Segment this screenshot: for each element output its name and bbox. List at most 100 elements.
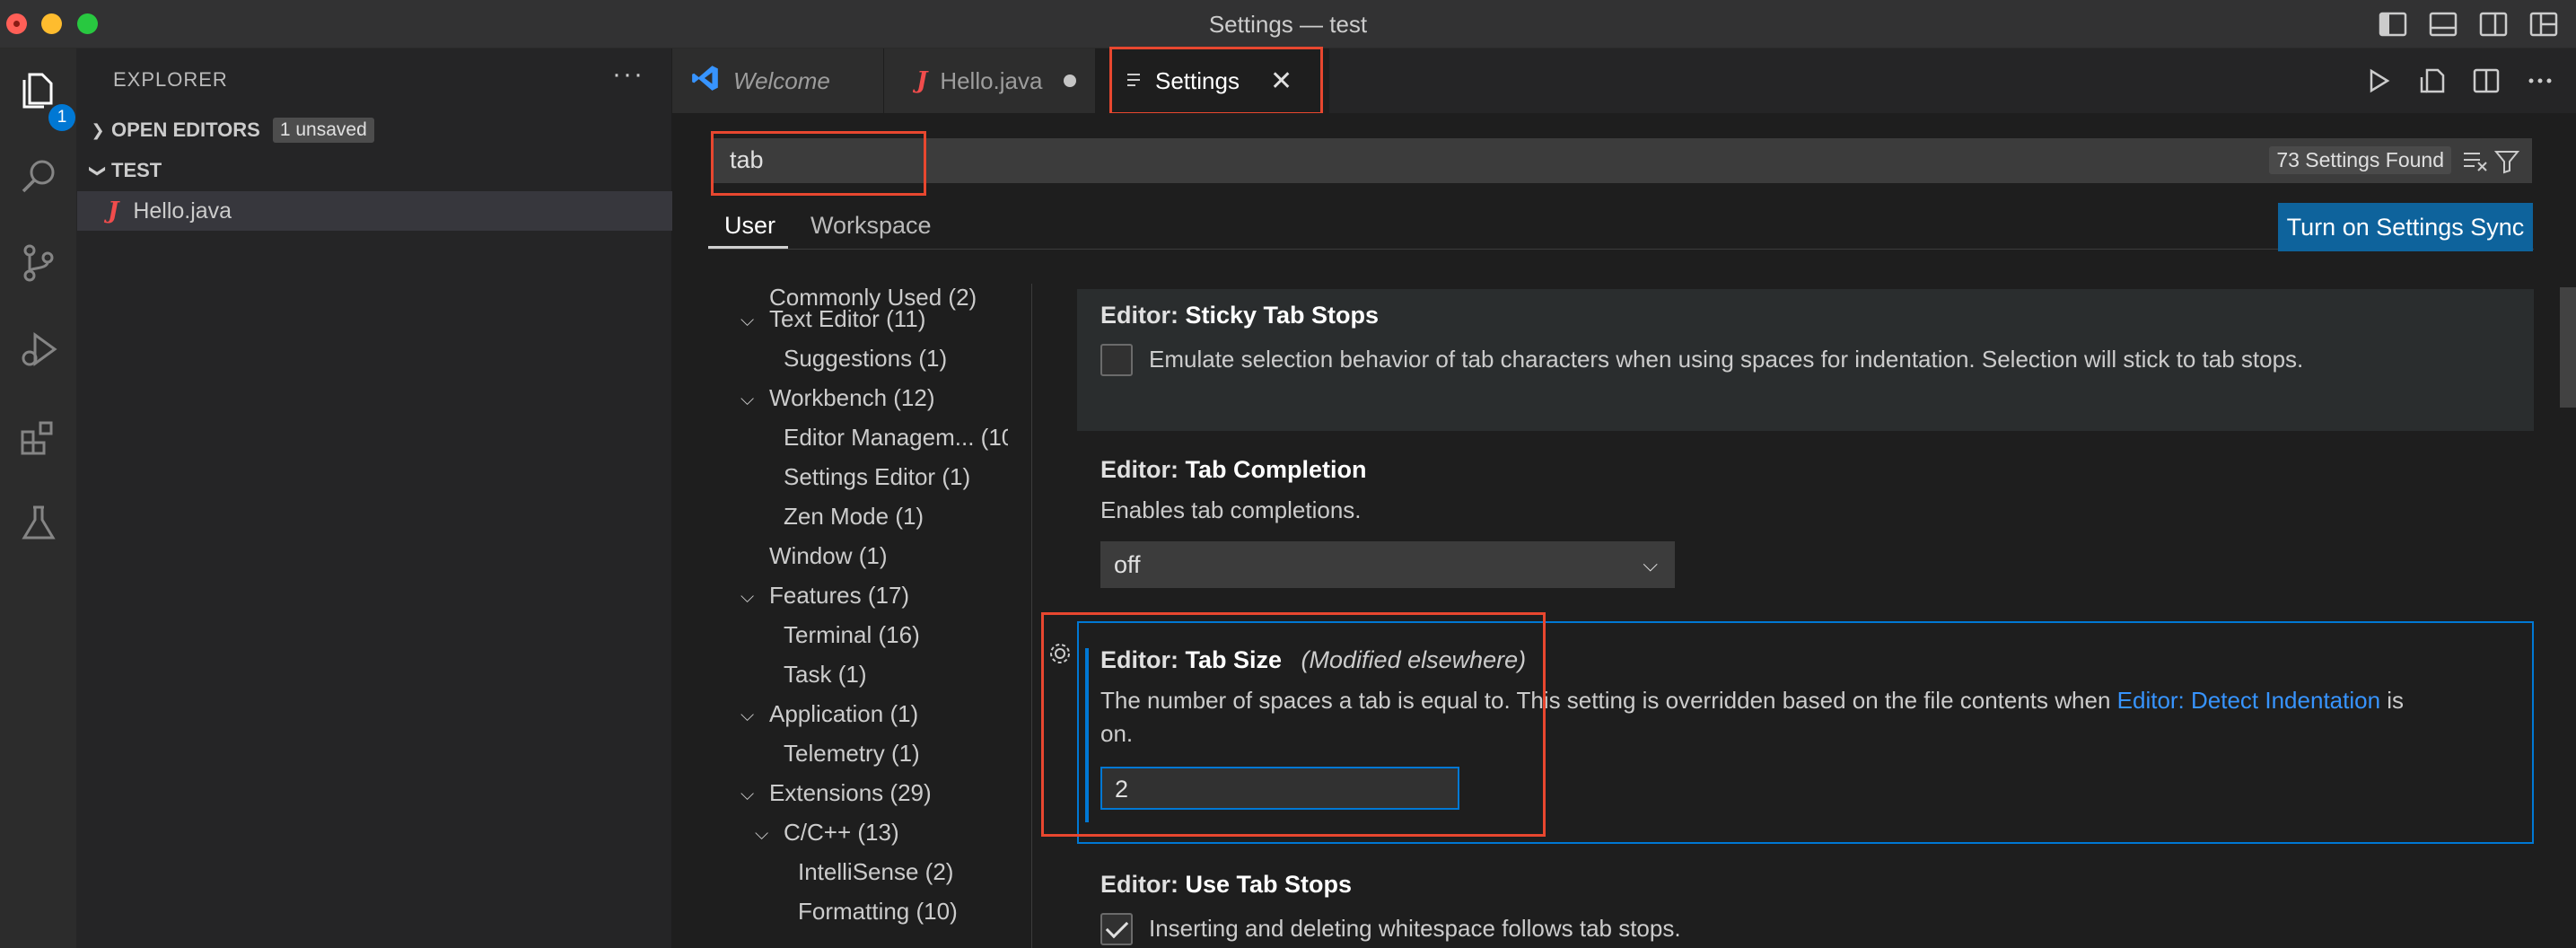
explorer-badge: 1: [48, 104, 75, 131]
active-scope-indicator: [708, 246, 788, 249]
toc-item[interactable]: Features (17): [769, 582, 909, 610]
testing-icon[interactable]: [13, 497, 65, 549]
tab-settings[interactable]: Settings ✕: [1096, 48, 1329, 113]
toc-divider: [1031, 284, 1032, 948]
toc-item[interactable]: Window (1): [769, 542, 888, 570]
toggle-primary-sidebar-icon[interactable]: [2379, 11, 2407, 38]
open-editors-label: OPEN EDITORS: [111, 118, 260, 141]
toc-item[interactable]: Formatting (10): [798, 898, 958, 926]
sidebar-title: EXPLORER: [113, 68, 228, 91]
use-tab-stops-checkbox[interactable]: [1100, 912, 1133, 945]
tab-label: Settings: [1155, 66, 1240, 94]
source-control-icon[interactable]: [13, 237, 65, 289]
editor-actions: [2364, 66, 2554, 95]
toggle-panel-icon[interactable]: [2429, 11, 2458, 38]
toc-item[interactable]: IntelliSense (2): [798, 858, 953, 886]
more-editor-actions-icon[interactable]: [2526, 66, 2554, 95]
clear-search-icon[interactable]: [2462, 149, 2489, 172]
setting-title: Editor: Tab Completion: [1100, 456, 1367, 483]
chevron-down-icon: ⌵: [740, 785, 755, 804]
scrollbar-thumb[interactable]: [2560, 287, 2576, 408]
tab-user[interactable]: User: [724, 212, 775, 240]
window-title: Settings — test: [1208, 11, 1368, 38]
chevron-right-icon: ❯: [91, 120, 105, 139]
turn-on-settings-sync-button[interactable]: Turn on Settings Sync: [2278, 203, 2533, 251]
tab-label: Hello.java: [940, 66, 1043, 94]
toc-item[interactable]: Settings Editor (1): [784, 463, 970, 491]
chevron-down-icon: ⌵: [1643, 553, 1658, 575]
chevron-down-icon: ⌵: [740, 706, 755, 725]
toc-item[interactable]: Terminal (16): [784, 621, 920, 649]
tab-workspace[interactable]: Workspace: [810, 212, 932, 240]
file-name: Hello.java: [133, 198, 232, 224]
modified-elsewhere-label[interactable]: (Modified elsewhere): [1301, 646, 1527, 673]
filter-icon[interactable]: [2493, 149, 2520, 174]
chevron-down-icon: ❯: [89, 163, 108, 178]
toc-item[interactable]: Workbench (12): [769, 384, 935, 412]
detect-indentation-link[interactable]: Editor: Detect Indentation: [2117, 687, 2380, 714]
explorer-icon[interactable]: 1: [13, 65, 75, 131]
search-value: tab: [730, 146, 764, 173]
toggle-secondary-sidebar-icon[interactable]: [2479, 11, 2508, 38]
vscode-logo-icon: [690, 63, 721, 100]
run-and-debug-icon[interactable]: [13, 323, 65, 375]
setting-description: Inserting and deleting whitespace follow…: [1149, 915, 1681, 942]
unsaved-badge: 1 unsaved: [272, 118, 374, 143]
setting-row: Inserting and deleting whitespace follow…: [1100, 912, 1681, 945]
select-value: off: [1114, 551, 1141, 578]
folder-section-test[interactable]: ❯ TEST: [77, 153, 672, 189]
layout-controls: [2379, 11, 2558, 38]
customize-layout-icon[interactable]: [2529, 11, 2558, 38]
sticky-tab-stops-checkbox[interactable]: [1100, 343, 1133, 376]
unsaved-dot-icon[interactable]: [1064, 75, 1077, 87]
activity-bar: 1: [0, 48, 77, 948]
java-file-icon: J: [108, 198, 119, 224]
search-icon[interactable]: [13, 151, 65, 203]
open-editors-section[interactable]: ❯ OPEN EDITORS 1 unsaved: [77, 112, 672, 148]
modified-indicator: [1085, 648, 1089, 822]
setting-description: Enables tab completions.: [1100, 496, 1362, 523]
toc-item[interactable]: Telemetry (1): [784, 740, 920, 768]
setting-row: Emulate selection behavior of tab charac…: [1100, 343, 2303, 376]
setting-title: Editor: Sticky Tab Stops: [1100, 302, 1380, 329]
toc-item[interactable]: Task (1): [784, 661, 866, 689]
file-item-hello-java[interactable]: J Hello.java: [77, 191, 672, 231]
toc-item[interactable]: Suggestions (1): [784, 345, 947, 373]
settings-toc: Commonly Used (2) ⌵ Text Editor (11) Sug…: [712, 284, 1008, 948]
close-tab-icon[interactable]: ✕: [1270, 66, 1292, 97]
toc-item[interactable]: C/C++ (13): [784, 819, 899, 847]
tab-size-input[interactable]: 2: [1100, 767, 1459, 810]
tab-label: Welcome: [733, 66, 830, 94]
toc-item[interactable]: Extensions (29): [769, 779, 932, 807]
explorer-sidebar: EXPLORER ··· ❯ OPEN EDITORS 1 unsaved ❯ …: [77, 48, 672, 948]
java-file-icon: J: [916, 67, 928, 94]
setting-title: Editor: Use Tab Stops: [1100, 871, 1353, 898]
toc-item[interactable]: Editor Managem... (10): [784, 424, 1008, 452]
more-actions-icon[interactable]: ···: [612, 59, 644, 90]
toc-item[interactable]: Application (1): [769, 700, 918, 728]
settings-file-icon: [1125, 67, 1143, 95]
setting-sticky-tab-stops: Editor: Sticky Tab Stops Emulate selecti…: [1077, 289, 2534, 431]
split-editor-icon[interactable]: [2472, 66, 2501, 95]
setting-title: Editor: Tab Size (Modified elsewhere): [1100, 646, 1527, 673]
tab-welcome[interactable]: Welcome: [672, 48, 884, 113]
open-settings-json-icon[interactable]: [2418, 66, 2447, 95]
toc-item[interactable]: Text Editor (11): [769, 305, 925, 333]
folder-label: TEST: [111, 159, 162, 181]
extensions-icon[interactable]: [13, 411, 65, 463]
chevron-down-icon: ⌵: [740, 311, 755, 330]
setting-tab-completion: Editor: Tab Completion Enables tab compl…: [1077, 449, 2534, 592]
tab-hello-java[interactable]: J Hello.java: [884, 48, 1096, 113]
settings-editor: tab 73 Settings Found User Workspace Tur…: [672, 113, 2576, 948]
editor-tab-bar: Welcome J Hello.java Settings ✕: [672, 48, 2576, 113]
gear-icon[interactable]: [1047, 641, 1073, 671]
chevron-down-icon: ⌵: [740, 587, 755, 607]
tab-completion-select[interactable]: off ⌵: [1100, 541, 1675, 588]
settings-search-input[interactable]: tab 73 Settings Found: [712, 138, 2532, 183]
setting-description: Emulate selection behavior of tab charac…: [1149, 346, 2304, 373]
chevron-down-icon: ⌵: [755, 824, 769, 844]
toc-item[interactable]: Zen Mode (1): [784, 503, 924, 531]
settings-found-count: 73 Settings Found: [2269, 146, 2451, 174]
run-icon[interactable]: [2364, 66, 2393, 95]
chevron-down-icon: ⌵: [740, 390, 755, 409]
